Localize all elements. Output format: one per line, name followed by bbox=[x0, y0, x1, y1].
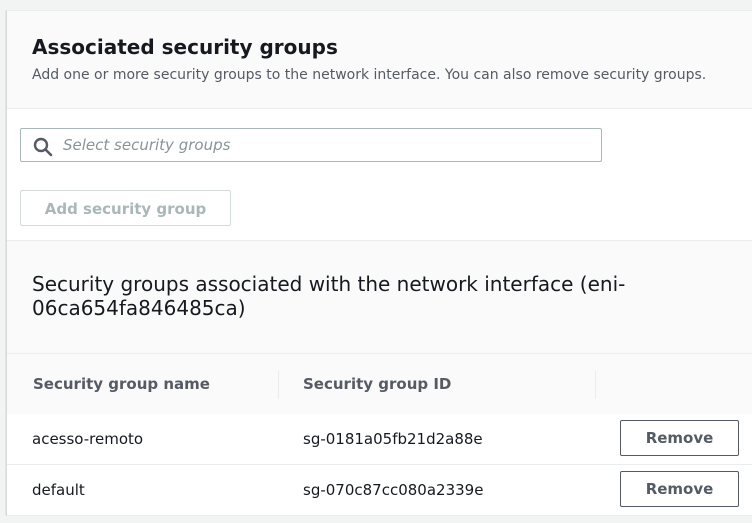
search-icon bbox=[33, 137, 53, 157]
security-group-id: sg-070c87cc080a2339e bbox=[303, 481, 484, 499]
security-group-name: default bbox=[32, 481, 85, 499]
panel-header: Associated security groups Add one or mo… bbox=[7, 11, 752, 109]
security-group-search-field[interactable] bbox=[20, 128, 602, 162]
remove-button[interactable]: Remove bbox=[620, 471, 739, 507]
add-security-group-button[interactable]: Add security group bbox=[20, 190, 231, 226]
panel-title: Associated security groups bbox=[32, 35, 338, 59]
security-group-name: acesso-remoto bbox=[32, 430, 144, 448]
associated-groups-section: Security groups associated with the netw… bbox=[7, 240, 752, 516]
column-header-name: Security group name bbox=[33, 375, 210, 393]
security-group-id: sg-0181a05fb21d2a88e bbox=[303, 430, 483, 448]
table-header: Security group name Security group ID bbox=[7, 353, 752, 415]
search-input[interactable] bbox=[63, 129, 583, 161]
table-row: acesso-remoto sg-0181a05fb21d2a88e Remov… bbox=[7, 414, 752, 465]
remove-button[interactable]: Remove bbox=[620, 420, 739, 456]
column-divider bbox=[278, 371, 279, 399]
associated-groups-title: Security groups associated with the netw… bbox=[32, 272, 626, 320]
column-header-id: Security group ID bbox=[303, 375, 452, 393]
column-divider bbox=[595, 371, 596, 399]
panel-description: Add one or more security groups to the n… bbox=[32, 67, 707, 83]
security-groups-panel: Associated security groups Add one or mo… bbox=[6, 10, 752, 516]
table-row: default sg-070c87cc080a2339e Remove bbox=[7, 465, 752, 516]
